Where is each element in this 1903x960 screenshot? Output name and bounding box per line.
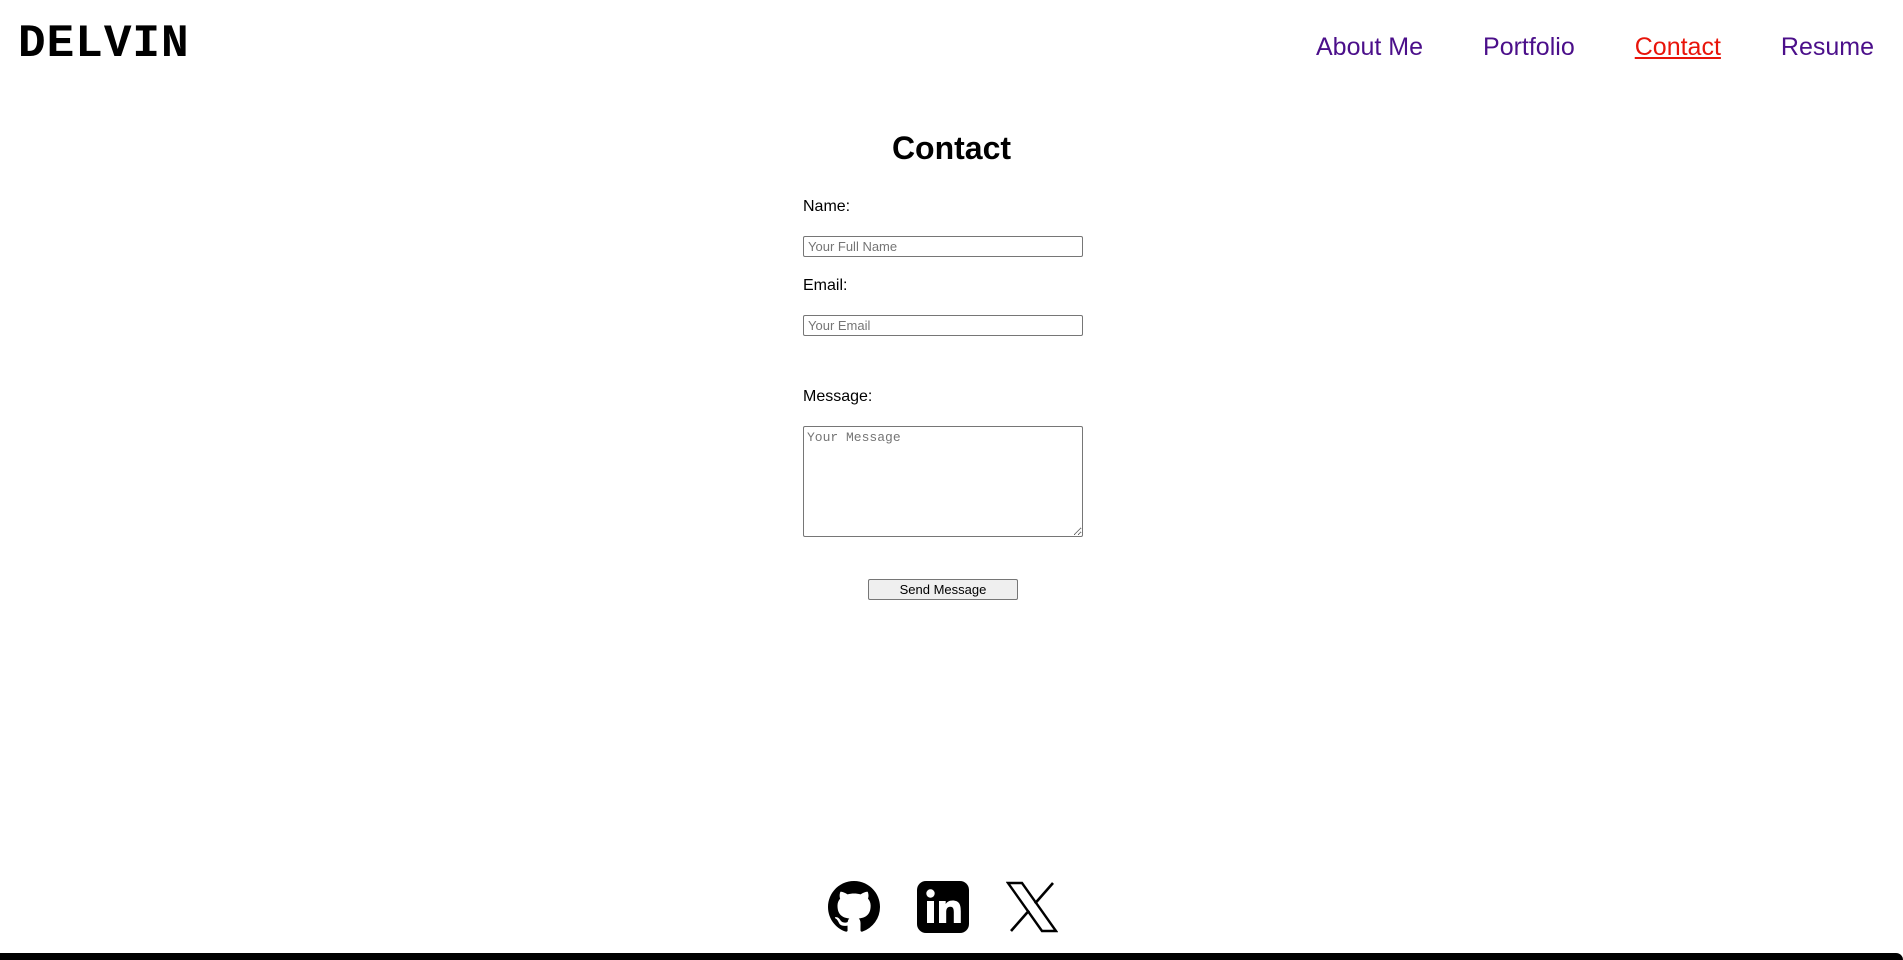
email-label: Email: — [803, 277, 848, 294]
page: DELVIN About Me Portfolio Contact Resume… — [0, 0, 1903, 960]
email-input[interactable] — [803, 315, 1083, 336]
nav-about-me[interactable]: About Me — [1316, 30, 1423, 64]
x-icon — [1006, 881, 1058, 933]
nav-contact[interactable]: Contact — [1635, 30, 1721, 64]
github-link[interactable] — [828, 881, 880, 933]
x-link[interactable] — [1006, 881, 1058, 933]
site-logo[interactable]: DELVIN — [18, 18, 190, 70]
send-message-button[interactable]: Send Message — [868, 579, 1018, 600]
social-links — [828, 881, 1058, 933]
nav-resume[interactable]: Resume — [1781, 30, 1874, 64]
name-label: Name: — [803, 198, 851, 215]
name-input[interactable] — [803, 236, 1083, 257]
bottom-bar — [0, 953, 1903, 960]
page-title: Contact — [891, 130, 1012, 166]
message-label: Message: — [803, 388, 873, 405]
nav-portfolio[interactable]: Portfolio — [1483, 30, 1575, 64]
contact-section: Contact Name: Email: Message: Send Messa… — [0, 126, 1903, 600]
main-nav: About Me Portfolio Contact Resume — [1316, 30, 1874, 64]
linkedin-link[interactable] — [917, 881, 969, 933]
message-textarea[interactable] — [803, 426, 1083, 537]
site-header: DELVIN About Me Portfolio Contact Resume — [0, 0, 1903, 96]
github-icon — [828, 881, 880, 933]
linkedin-icon — [917, 881, 969, 933]
